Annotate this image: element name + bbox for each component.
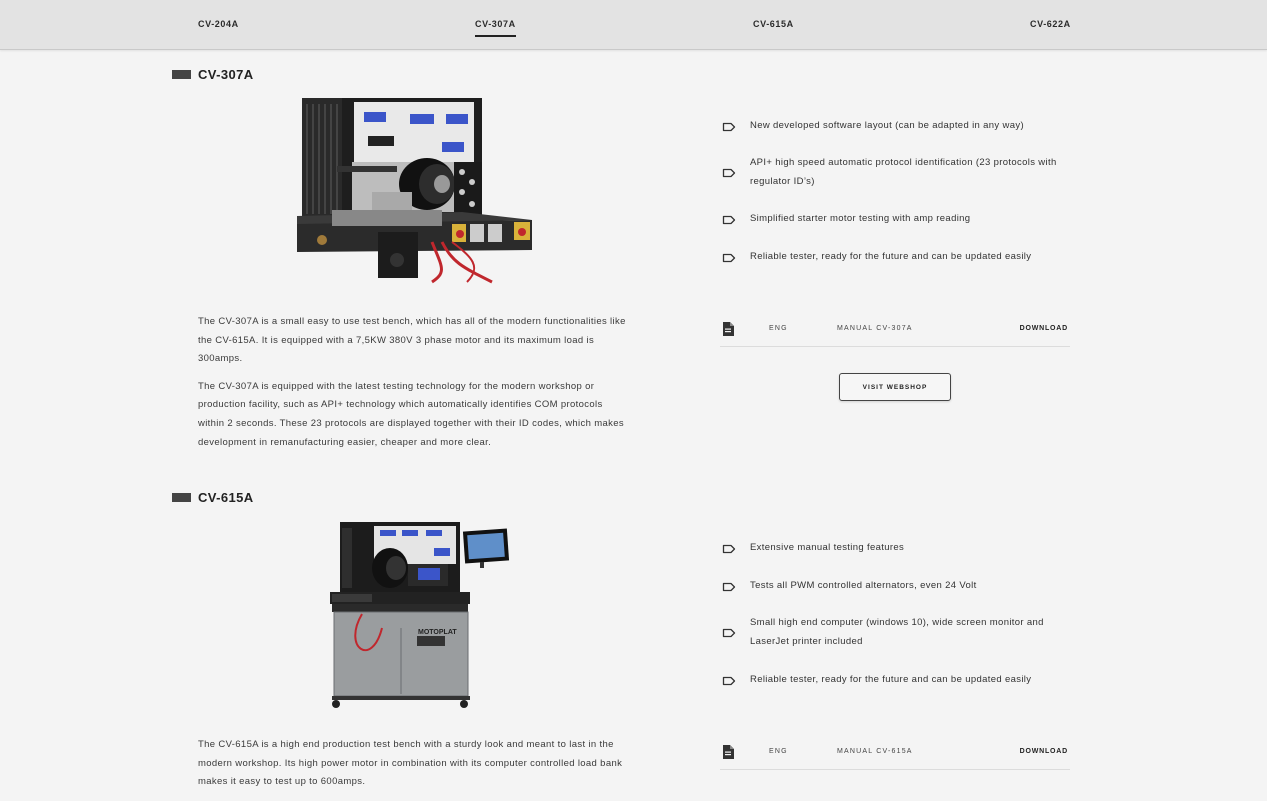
- visit-webshop-button[interactable]: VISIT WEBSHOP: [839, 373, 951, 401]
- cv-307a-description: The CV-307A is a small easy to use test …: [198, 313, 630, 461]
- manual-name: MANUAL CV-615A: [837, 748, 913, 755]
- tag-outline-icon: [722, 544, 736, 554]
- feature-item: API+ high speed automatic protocol ident…: [722, 157, 1072, 191]
- cv-307a-manual-row: ENG MANUAL CV-307A DOWNLOAD: [720, 316, 1070, 347]
- document-icon: [723, 745, 734, 759]
- cv-615a-manual-row: ENG MANUAL CV-615A DOWNLOAD: [720, 739, 1070, 770]
- feature-item: Tests all PWM controlled alternators, ev…: [722, 580, 1072, 596]
- tag-outline-icon: [722, 253, 736, 263]
- tab-cv-615a[interactable]: CV-615A: [753, 19, 794, 29]
- section-marker: [172, 493, 191, 502]
- cv-615a-product-image: MOTOPLAT: [330, 522, 510, 708]
- description-paragraph: The CV-307A is a small easy to use test …: [198, 316, 626, 365]
- cv-615a-description: The CV-615A is a high end production tes…: [198, 736, 630, 801]
- tab-cv-307a[interactable]: CV-307A: [475, 19, 516, 37]
- tag-outline-icon: [722, 168, 736, 178]
- document-icon: [723, 322, 734, 336]
- feature-text: Reliable tester, ready for the future an…: [750, 251, 1032, 262]
- section-heading: CV-615A: [198, 490, 254, 505]
- section-heading: CV-307A: [198, 67, 254, 82]
- tab-cv-622a[interactable]: CV-622A: [1030, 19, 1071, 29]
- feature-text: New developed software layout (can be ad…: [750, 120, 1024, 131]
- tag-outline-icon: [722, 628, 736, 638]
- feature-item: Reliable tester, ready for the future an…: [722, 674, 1072, 690]
- feature-text: Small high end computer (windows 10), wi…: [750, 617, 1044, 647]
- section-title-cv-615a: CV-615A: [172, 490, 254, 505]
- motoplat-logo: MOTOPLAT: [418, 629, 457, 636]
- tag-outline-icon: [722, 215, 736, 225]
- feature-item: Small high end computer (windows 10), wi…: [722, 617, 1072, 651]
- manual-language: ENG: [769, 325, 788, 332]
- description-paragraph: The CV-307A is equipped with the latest …: [198, 380, 624, 448]
- feature-text: Tests all PWM controlled alternators, ev…: [750, 580, 977, 591]
- feature-text: Reliable tester, ready for the future an…: [750, 674, 1032, 685]
- feature-text: Extensive manual testing features: [750, 542, 905, 553]
- manual-name: MANUAL CV-307A: [837, 325, 913, 332]
- download-link[interactable]: DOWNLOAD: [1020, 748, 1068, 755]
- tag-outline-icon: [722, 582, 736, 592]
- description-paragraph: The CV-615A is a high end production tes…: [198, 739, 623, 788]
- tag-outline-icon: [722, 676, 736, 686]
- tag-outline-icon: [722, 122, 736, 132]
- feature-text: Simplified starter motor testing with am…: [750, 213, 971, 224]
- product-tab-bar: CV-204A CV-307A CV-615A CV-622A: [0, 0, 1267, 50]
- tab-cv-204a[interactable]: CV-204A: [198, 19, 239, 29]
- feature-text: API+ high speed automatic protocol ident…: [750, 157, 1057, 187]
- section-title-cv-307a: CV-307A: [172, 67, 254, 82]
- feature-item: New developed software layout (can be ad…: [722, 120, 1072, 136]
- manual-language: ENG: [769, 748, 788, 755]
- feature-item: Simplified starter motor testing with am…: [722, 213, 1072, 229]
- feature-item: Reliable tester, ready for the future an…: [722, 251, 1072, 267]
- cv-307a-product-image: [297, 98, 532, 284]
- download-link[interactable]: DOWNLOAD: [1020, 325, 1068, 332]
- feature-item: Extensive manual testing features: [722, 542, 1072, 558]
- section-marker: [172, 70, 191, 79]
